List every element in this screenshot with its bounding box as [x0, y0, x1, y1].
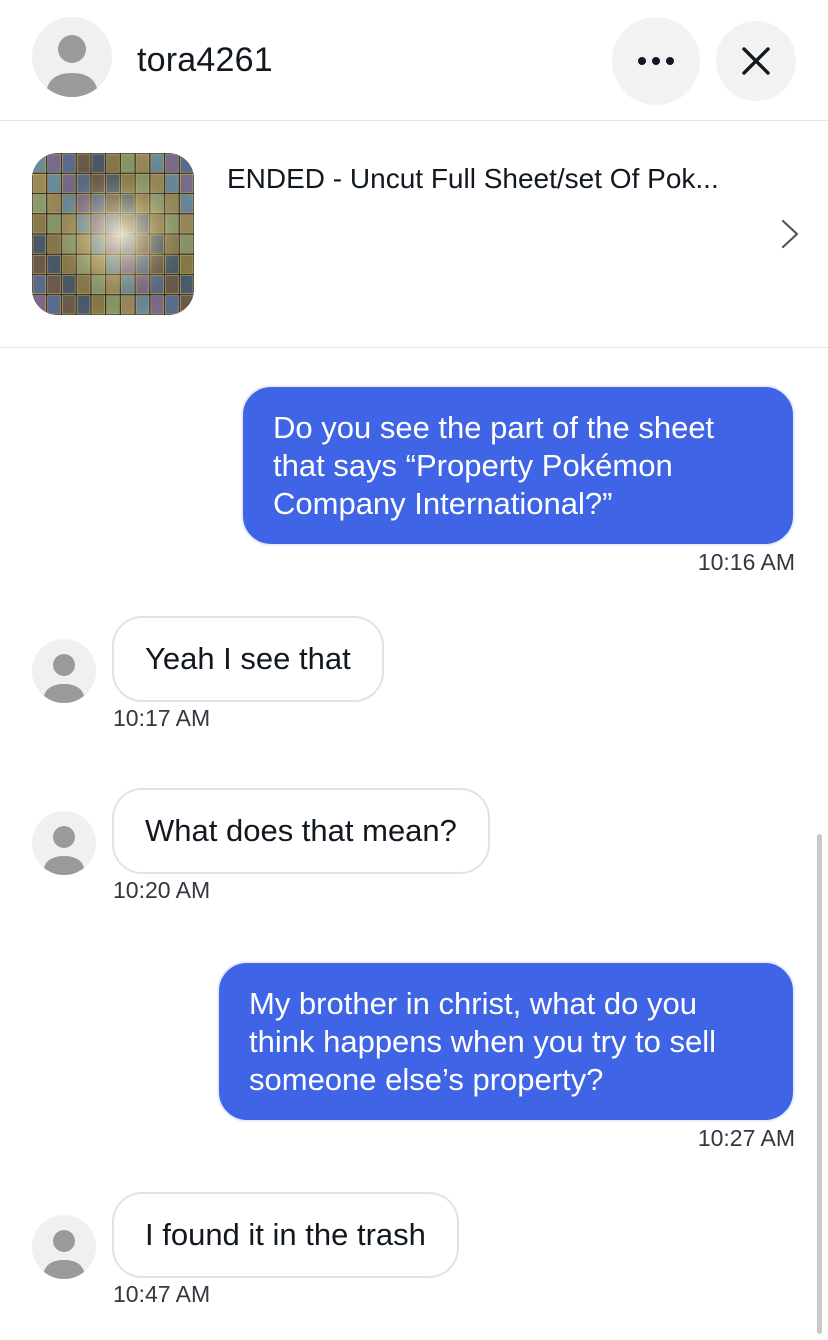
message-text: Yeah I see that	[145, 641, 351, 676]
listing-title: ENDED - Uncut Full Sheet/set Of Pok...	[227, 163, 719, 194]
message-bubble-incoming[interactable]: What does that mean?	[112, 788, 490, 874]
user-avatar-icon	[46, 35, 98, 97]
chat-window: tora4261 ENDED - Uncut Full Sheet/set Of…	[0, 0, 828, 1340]
user-avatar[interactable]	[32, 17, 112, 97]
scrollbar[interactable]	[817, 834, 822, 1334]
message-text: My brother in christ, what do you think …	[249, 986, 716, 1097]
message-text: Do you see the part of the sheet that sa…	[273, 410, 715, 521]
sender-avatar	[32, 1215, 96, 1279]
sender-avatar	[32, 639, 96, 703]
message-timestamp: 10:27 AM	[697, 1125, 795, 1151]
listing-card[interactable]: ENDED - Uncut Full Sheet/set Of Pok...	[0, 121, 828, 348]
sender-avatar-icon	[43, 1230, 85, 1279]
more-options-button[interactable]	[612, 17, 700, 105]
more-horizontal-icon	[638, 57, 674, 65]
chevron-right-icon	[781, 219, 799, 249]
sender-avatar-icon	[43, 654, 85, 703]
message-timestamp: 10:20 AM	[113, 877, 211, 903]
close-icon	[742, 47, 770, 75]
close-button[interactable]	[716, 21, 796, 101]
sender-avatar-icon	[43, 826, 85, 875]
message-timestamp: 10:16 AM	[697, 549, 795, 575]
message-bubble-outgoing[interactable]: Do you see the part of the sheet that sa…	[241, 385, 795, 546]
chat-username[interactable]: tora4261	[137, 38, 273, 82]
message-text: What does that mean?	[145, 813, 457, 848]
message-bubble-outgoing[interactable]: My brother in christ, what do you think …	[217, 961, 795, 1122]
sender-avatar	[32, 811, 96, 875]
message-text: I found it in the trash	[145, 1217, 426, 1252]
chat-header: tora4261	[0, 0, 828, 121]
message-timestamp: 10:47 AM	[113, 1281, 211, 1307]
message-bubble-incoming[interactable]: I found it in the trash	[112, 1192, 459, 1278]
message-bubble-incoming[interactable]: Yeah I see that	[112, 616, 384, 702]
listing-thumbnail	[32, 153, 194, 315]
listing-thumbnail-image	[32, 153, 194, 315]
message-timestamp: 10:17 AM	[113, 705, 211, 731]
